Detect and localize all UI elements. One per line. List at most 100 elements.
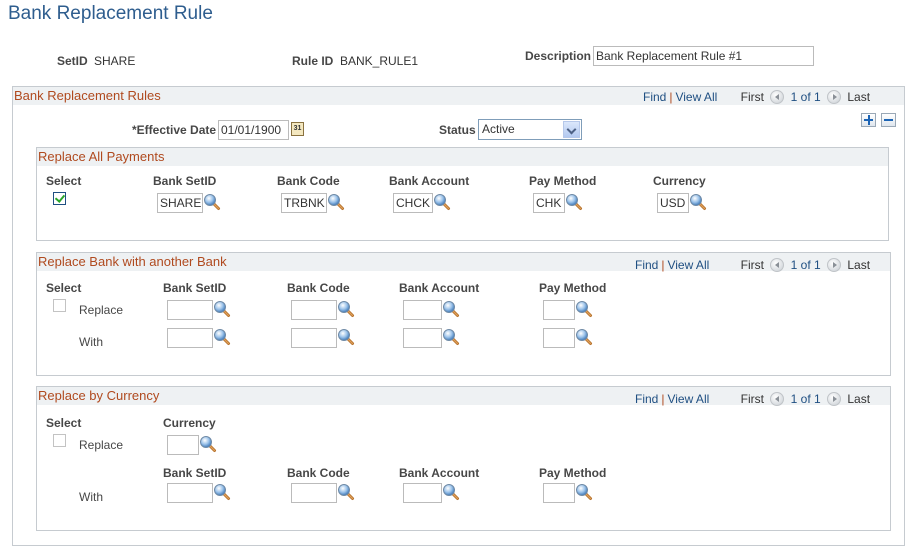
with-bank-code-input[interactable] bbox=[291, 328, 337, 348]
replace-currency-input[interactable] bbox=[167, 435, 199, 455]
replace-bank-panel: Replace Bank with another Bank Find | View… bbox=[36, 252, 891, 376]
minus-icon bbox=[884, 119, 893, 121]
add-row-button[interactable] bbox=[861, 113, 876, 127]
col-currency: Currency bbox=[653, 174, 706, 188]
magnifier-lookup-icon[interactable] bbox=[442, 483, 460, 501]
description-input[interactable]: Bank Replacement Rule #1 bbox=[593, 46, 814, 66]
replace-row-label: Replace bbox=[79, 303, 124, 317]
status-selected-value: Active bbox=[482, 122, 515, 136]
setid-value: SHARE bbox=[94, 54, 136, 68]
magnifier-lookup-icon[interactable] bbox=[442, 300, 460, 318]
effective-date-label: *Effective Date bbox=[132, 123, 217, 137]
replace-currency-navigation: Find | View All First 1 of 1 Last bbox=[635, 392, 871, 406]
last-label[interactable]: Last bbox=[847, 392, 870, 406]
col-bank-account: Bank Account bbox=[399, 281, 480, 295]
with-pay-method-input[interactable] bbox=[543, 328, 575, 348]
replace-all-currency-input[interactable]: USD bbox=[657, 193, 689, 213]
setid-label: SetID bbox=[57, 54, 88, 68]
magnifier-lookup-icon[interactable] bbox=[689, 193, 707, 211]
view-all-link[interactable]: View All bbox=[667, 258, 709, 272]
magnifier-lookup-icon[interactable] bbox=[575, 328, 593, 346]
replace-all-select-checkbox[interactable] bbox=[53, 192, 66, 205]
previous-arrow-icon[interactable] bbox=[770, 392, 785, 406]
replace-bank-navigation: Find | View All First 1 of 1 Last bbox=[635, 258, 871, 272]
replace-bank-setid-input[interactable] bbox=[167, 300, 213, 320]
col-bank-setid: Bank SetID bbox=[163, 466, 227, 480]
col-select: Select bbox=[46, 416, 82, 430]
row-count: 1 of 1 bbox=[790, 392, 821, 406]
calendar-icon[interactable]: 31 bbox=[291, 122, 304, 136]
currency-with-bank-account-input[interactable] bbox=[403, 483, 442, 503]
replace-currency-title: Replace by Currency bbox=[38, 388, 160, 403]
replace-bank-code-input[interactable] bbox=[291, 300, 337, 320]
previous-arrow-icon[interactable] bbox=[770, 258, 785, 272]
col-bank-setid: Bank SetID bbox=[153, 174, 217, 188]
first-label[interactable]: First bbox=[741, 392, 764, 406]
view-all-link[interactable]: View All bbox=[675, 90, 717, 104]
view-all-link[interactable]: View All bbox=[667, 392, 709, 406]
panel-title: Bank Replacement Rules bbox=[14, 88, 161, 103]
magnifier-lookup-icon[interactable] bbox=[442, 328, 460, 346]
with-row-label: With bbox=[79, 490, 103, 504]
magnifier-lookup-icon[interactable] bbox=[213, 328, 231, 346]
plus-icon-stem bbox=[868, 115, 870, 125]
col-bank-account: Bank Account bbox=[389, 174, 470, 188]
find-link[interactable]: Find bbox=[635, 392, 658, 406]
replace-pay-method-input[interactable] bbox=[543, 300, 575, 320]
magnifier-lookup-icon[interactable] bbox=[337, 328, 355, 346]
first-label[interactable]: First bbox=[741, 90, 764, 104]
magnifier-lookup-icon[interactable] bbox=[337, 300, 355, 318]
replace-currency-panel: Replace by Currency Find | View All First … bbox=[36, 386, 891, 531]
col-bank-code: Bank Code bbox=[287, 281, 350, 295]
replace-bank-title: Replace Bank with another Bank bbox=[38, 254, 227, 269]
status-label: Status bbox=[439, 123, 476, 137]
next-arrow-icon[interactable] bbox=[827, 258, 842, 272]
replace-bank-select-checkbox[interactable] bbox=[53, 299, 66, 312]
replace-all-bank-code-input[interactable]: TRBNK bbox=[281, 193, 327, 213]
replace-all-pay-method-input[interactable]: CHK bbox=[533, 193, 565, 213]
chevron-down-icon[interactable] bbox=[563, 121, 580, 138]
status-select[interactable]: Active bbox=[478, 119, 582, 140]
previous-arrow-icon[interactable] bbox=[770, 90, 785, 104]
replace-currency-select-checkbox[interactable] bbox=[53, 434, 66, 447]
first-label[interactable]: First bbox=[741, 258, 764, 272]
magnifier-lookup-icon[interactable] bbox=[327, 193, 345, 211]
find-link[interactable]: Find bbox=[635, 258, 658, 272]
col-pay-method: Pay Method bbox=[539, 466, 607, 480]
magnifier-lookup-icon[interactable] bbox=[203, 193, 221, 211]
magnifier-lookup-icon[interactable] bbox=[575, 300, 593, 318]
with-bank-setid-input[interactable] bbox=[167, 328, 213, 348]
col-pay-method: Pay Method bbox=[529, 174, 597, 188]
magnifier-lookup-icon[interactable] bbox=[575, 483, 593, 501]
magnifier-lookup-icon[interactable] bbox=[213, 483, 231, 501]
page-title: Bank Replacement Rule bbox=[8, 3, 213, 24]
replace-bank-account-input[interactable] bbox=[403, 300, 442, 320]
row-count: 1 of 1 bbox=[790, 258, 821, 272]
magnifier-lookup-icon[interactable] bbox=[213, 300, 231, 318]
col-bank-code: Bank Code bbox=[287, 466, 350, 480]
find-link[interactable]: Find bbox=[643, 90, 666, 104]
effective-date-input[interactable]: 01/01/1900 bbox=[218, 120, 289, 140]
col-bank-setid: Bank SetID bbox=[163, 281, 227, 295]
last-label[interactable]: Last bbox=[847, 258, 870, 272]
col-bank-account: Bank Account bbox=[399, 466, 480, 480]
magnifier-lookup-icon[interactable] bbox=[337, 483, 355, 501]
col-select: Select bbox=[46, 174, 82, 188]
panel-navigation: Find | View All First 1 of 1 Last bbox=[643, 90, 871, 104]
col-select: Select bbox=[46, 281, 82, 295]
next-arrow-icon[interactable] bbox=[827, 90, 842, 104]
magnifier-lookup-icon[interactable] bbox=[565, 193, 583, 211]
description-label: Description bbox=[525, 49, 592, 63]
with-bank-account-input[interactable] bbox=[403, 328, 442, 348]
replace-all-bank-account-input[interactable]: CHCK bbox=[393, 193, 433, 213]
magnifier-lookup-icon[interactable] bbox=[433, 193, 451, 211]
delete-row-button[interactable] bbox=[881, 113, 896, 127]
magnifier-lookup-icon[interactable] bbox=[199, 435, 217, 453]
next-arrow-icon[interactable] bbox=[827, 392, 842, 406]
currency-with-bank-code-input[interactable] bbox=[291, 483, 337, 503]
last-label[interactable]: Last bbox=[847, 90, 870, 104]
currency-with-bank-setid-input[interactable] bbox=[167, 483, 213, 503]
replace-all-bank-setid-input[interactable]: SHARE bbox=[157, 193, 203, 213]
replace-row-label: Replace bbox=[79, 438, 124, 452]
currency-with-pay-method-input[interactable] bbox=[543, 483, 575, 503]
